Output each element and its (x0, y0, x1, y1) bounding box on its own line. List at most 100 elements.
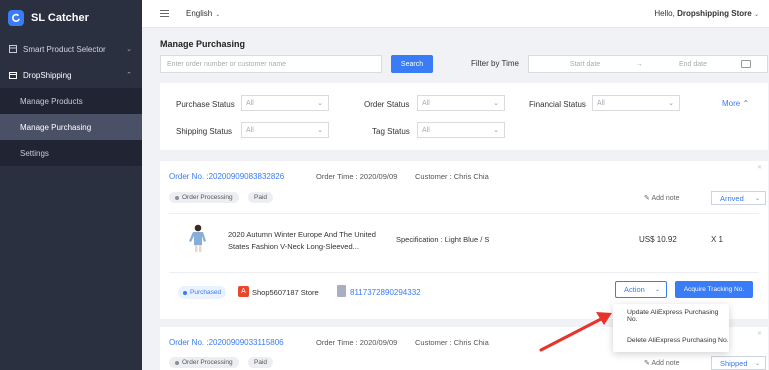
action-label: Action (624, 285, 645, 294)
sidebar-item-label: Manage Purchasing (20, 122, 92, 132)
arrow-right-icon: → (635, 60, 643, 68)
product-quantity: X 1 (711, 235, 724, 244)
more-label: More (722, 99, 741, 108)
action-dropdown-button[interactable]: Action ⌄ (615, 281, 667, 298)
tag-label: Paid (254, 359, 268, 366)
close-icon[interactable]: ✕ (757, 164, 762, 171)
edit-icon: ✎ (644, 360, 650, 367)
greeting-prefix: Hello, (654, 9, 675, 18)
status-badge: Paid (248, 357, 274, 368)
sidebar-item-manage-products[interactable]: Manage Products (0, 88, 142, 114)
divider (169, 213, 759, 214)
order-number-link[interactable]: Order No. :20200909033115806 (169, 338, 284, 347)
filter-by-time-label: Filter by Time (471, 59, 520, 68)
add-note-button[interactable]: ✎ Add note (644, 359, 679, 367)
financial-status-select[interactable]: All ⌄ (592, 95, 680, 111)
user-greeting[interactable]: Hello, Dropshipping Store ⌄ (654, 9, 759, 18)
product-specification: Specification : Light Blue / S (396, 235, 490, 244)
search-input[interactable]: Enter order number or customer name (160, 55, 382, 73)
order-status-label: Order Status (364, 100, 410, 109)
sidebar-item-settings[interactable]: Settings (0, 140, 142, 166)
end-date-field[interactable]: End date (649, 61, 737, 68)
status-badge: Paid (248, 192, 274, 203)
select-value: All (597, 99, 605, 107)
chevron-down-icon: ⌄ (215, 12, 221, 18)
chevron-up-icon: ⌃ (126, 72, 132, 79)
calendar-icon (741, 60, 751, 68)
product-thumbnail[interactable] (187, 223, 211, 253)
chevron-down-icon: ⌄ (126, 46, 132, 53)
aliexpress-icon: A (238, 286, 249, 297)
select-value: All (246, 126, 254, 134)
order-number-link[interactable]: Order No. :20200909083832826 (169, 172, 284, 181)
product-price: US$ 10.92 (639, 235, 677, 244)
menu-item-delete-purchasing-no[interactable]: Delete AliExpress Purchasing No. (613, 328, 729, 352)
tag-status-select[interactable]: All ⌄ (417, 122, 505, 138)
status-badge: Order Processing (169, 192, 239, 203)
sidebar-group-label: DropShipping (23, 70, 72, 80)
purchased-badge: Purchased (178, 286, 227, 299)
tag-status-label: Tag Status (372, 127, 410, 136)
order-time: Order Time : 2020/09/09 (316, 338, 398, 347)
sidebar-group-dropshipping[interactable]: DropShipping ⌃ (0, 62, 142, 88)
sidebar-item-label: Settings (20, 148, 49, 158)
logo-icon (8, 10, 24, 26)
chevron-down-icon: ⌄ (754, 360, 760, 367)
supplier-store-name[interactable]: Shop5607187 Store (252, 288, 319, 297)
grid-icon (8, 45, 17, 54)
more-filters-toggle[interactable]: More ⌃ (722, 99, 749, 108)
customer-name: Customer : Chris Chia (415, 338, 489, 347)
menu-toggle-icon[interactable] (160, 8, 169, 19)
shipping-status-dropdown[interactable]: Arrived ⌄ (711, 191, 766, 205)
tracking-number-link[interactable]: 8117372890294332 (350, 288, 421, 297)
close-icon[interactable]: ✕ (757, 330, 762, 337)
document-icon (337, 285, 346, 297)
shipping-status-select[interactable]: All ⌄ (241, 122, 329, 138)
brand[interactable]: SL Catcher (0, 0, 142, 36)
shipping-status-label: Shipping Status (176, 127, 233, 136)
chevron-down-icon: ⌄ (753, 12, 759, 18)
chevron-down-icon: ⌄ (654, 287, 660, 293)
menu-item-update-purchasing-no[interactable]: Update AliExpress Purchasing No. (613, 304, 729, 328)
chevron-down-icon: ⌄ (317, 127, 323, 134)
add-note-button[interactable]: ✎ Add note (644, 194, 679, 202)
add-note-label: Add note (651, 195, 680, 202)
chevron-up-icon: ⌃ (742, 99, 750, 108)
tag-label: Paid (254, 194, 268, 201)
chevron-down-icon: ⌄ (493, 100, 499, 107)
page-title: Manage Purchasing (160, 39, 246, 49)
order-time: Order Time : 2020/09/09 (316, 172, 398, 181)
order-card: ✕ Order No. :20200909083832826 Order Tim… (160, 161, 768, 319)
search-button[interactable]: Search (391, 55, 433, 73)
start-date-field[interactable]: Start date (541, 61, 629, 68)
language-selector[interactable]: English ⌄ (186, 9, 220, 18)
sidebar-item-label: Manage Products (20, 96, 83, 106)
date-range-picker[interactable]: Start date → End date (528, 55, 768, 73)
product-title[interactable]: 2020 Autumn Winter Europe And The United… (228, 229, 390, 253)
order-status-select[interactable]: All ⌄ (417, 95, 505, 111)
sidebar-group-label: Smart Product Selector (23, 44, 106, 54)
action-dropdown-menu: Update AliExpress Purchasing No. Delete … (613, 304, 729, 352)
brand-name: SL Catcher (31, 12, 89, 24)
purchase-status-select[interactable]: All ⌄ (241, 95, 329, 111)
acquire-tracking-button[interactable]: Acquire Tracking No. (675, 281, 753, 298)
financial-status-label: Financial Status (529, 100, 586, 109)
status-value: Shipped (720, 358, 748, 368)
chevron-down-icon: ⌄ (754, 195, 760, 202)
tag-label: Order Processing (182, 359, 233, 366)
status-value: Arrived (720, 193, 744, 203)
sidebar-group-smart-product-selector[interactable]: Smart Product Selector ⌄ (0, 36, 142, 62)
tag-label: Purchased (190, 289, 222, 296)
filter-panel: Purchase Status All ⌄ Order Status All ⌄ F… (160, 83, 768, 150)
tag-label: Order Processing (182, 194, 233, 201)
sidebar-item-manage-purchasing[interactable]: Manage Purchasing (0, 114, 142, 140)
shipping-status-dropdown[interactable]: Shipped ⌄ (711, 356, 766, 370)
sidebar: SL Catcher Smart Product Selector ⌄ Drop… (0, 0, 142, 370)
select-value: All (422, 99, 430, 107)
select-value: All (422, 126, 430, 134)
sidebar-submenu: Manage Products Manage Purchasing Settin… (0, 88, 142, 166)
customer-name: Customer : Chris Chia (415, 172, 489, 181)
topbar: English ⌄ Hello, Dropshipping Store ⌄ (142, 0, 769, 28)
status-badge: Order Processing (169, 357, 239, 368)
chevron-down-icon: ⌄ (668, 100, 674, 107)
